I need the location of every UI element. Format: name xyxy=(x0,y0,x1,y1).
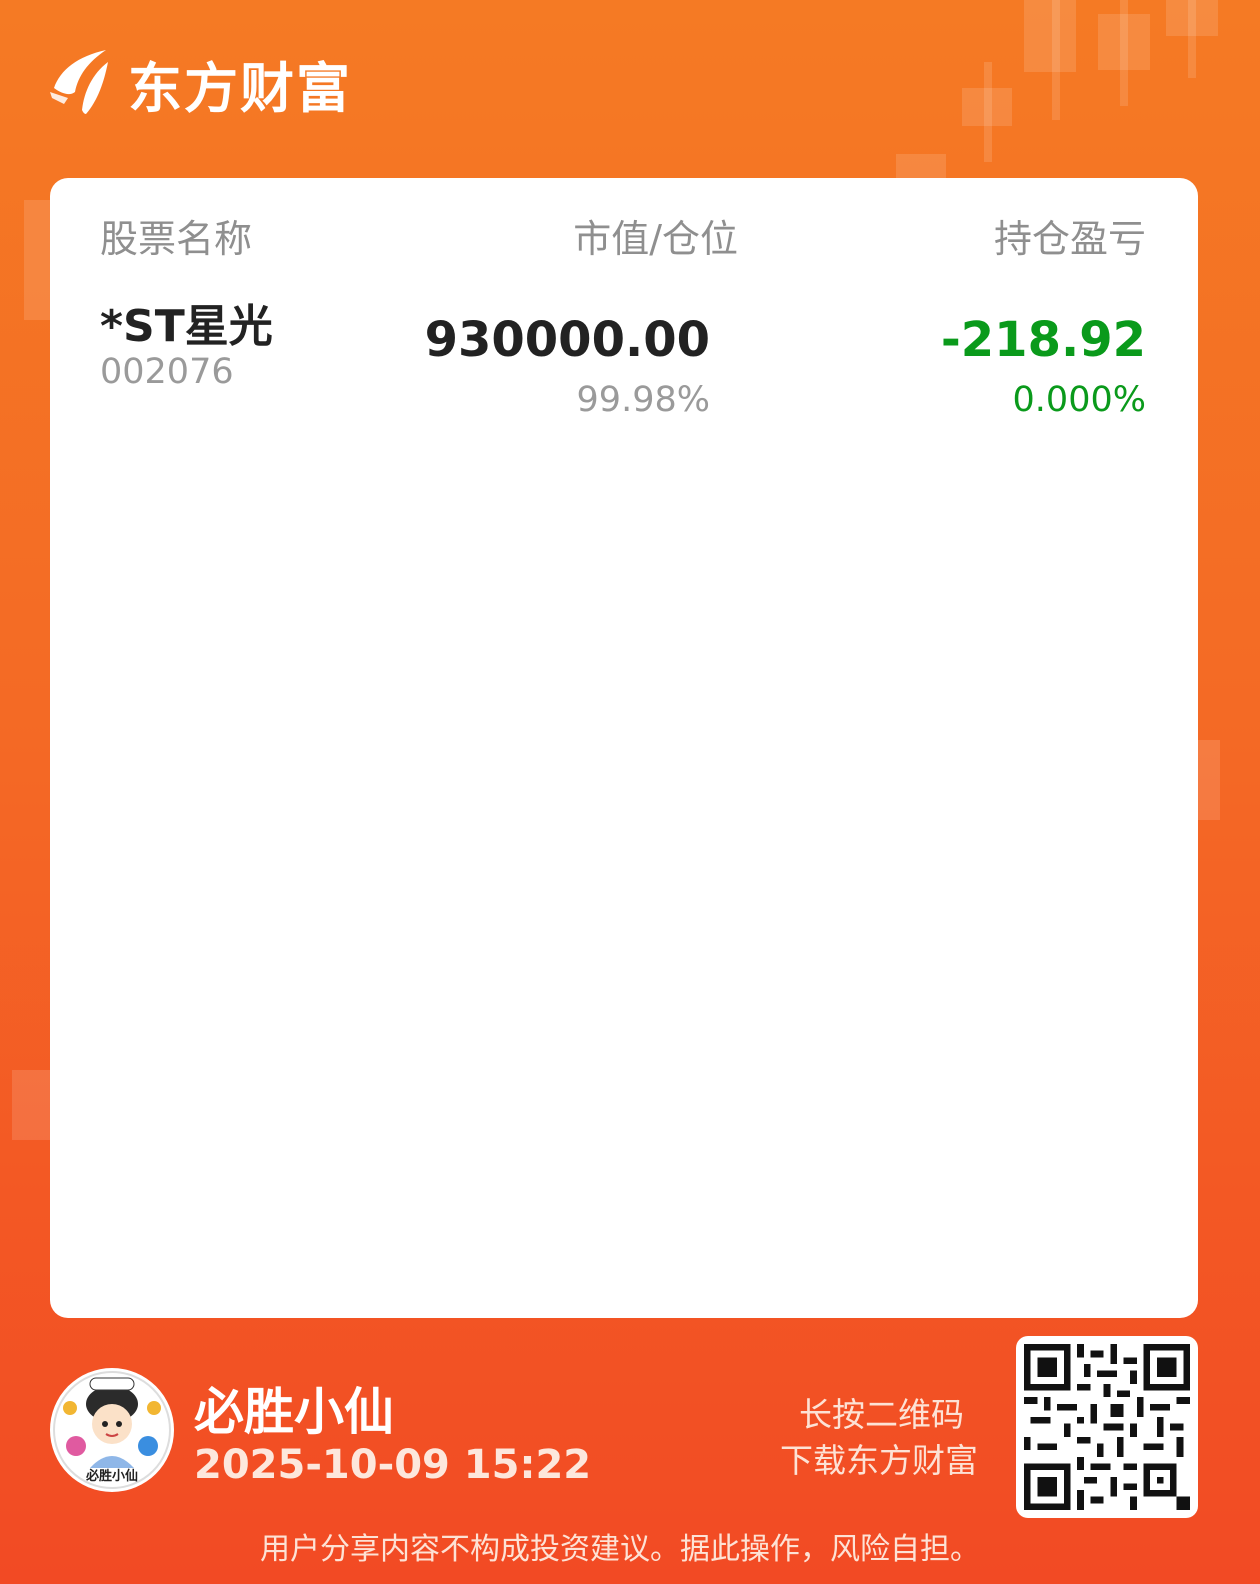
stock-name: *ST星光 xyxy=(100,301,273,352)
disclaimer: 用户分享内容不构成投资建议。据此操作，风险自担。 xyxy=(260,1532,980,1567)
decor-candle xyxy=(1198,740,1220,820)
decor-candle xyxy=(1098,14,1150,70)
market-value: 930000.00 xyxy=(424,312,710,368)
qr-tip-line2: 下载东方财富 xyxy=(780,1441,978,1480)
qr-code[interactable] xyxy=(1016,1336,1198,1518)
brand-name: 东方财富 xyxy=(128,56,352,120)
header-market-value: 市值/仓位 xyxy=(573,217,738,261)
profit-loss-percent: 0.000% xyxy=(1012,380,1146,420)
decor-candle xyxy=(896,154,946,178)
decor-candle xyxy=(24,200,50,320)
avatar: 必胜小仙 xyxy=(50,1368,174,1492)
profit-loss-amount: -218.92 xyxy=(940,312,1146,368)
user-name: 必胜小仙 xyxy=(194,1383,394,1441)
eastmoney-logo-icon xyxy=(50,50,108,114)
decor-candle xyxy=(1166,0,1218,36)
avatar-caption: 必胜小仙 xyxy=(85,1468,138,1484)
avatar-illustration-icon: 必胜小仙 xyxy=(53,1371,171,1489)
decor-candle xyxy=(962,88,1012,126)
qr-code-icon xyxy=(1024,1344,1190,1510)
position-ratio: 99.98% xyxy=(576,380,710,420)
decor-candle xyxy=(12,1070,50,1140)
stock-code: 002076 xyxy=(100,352,234,392)
brand-header: 东方财富 xyxy=(48,48,352,120)
holdings-card: 股票名称 市值/仓位 持仓盈亏 *ST星光 002076 930000.00 9… xyxy=(50,178,1198,1318)
decor-candle xyxy=(1024,0,1076,72)
header-stock-name: 股票名称 xyxy=(100,217,253,261)
share-timestamp: 2025-10-09 15:22 xyxy=(194,1442,592,1488)
qr-tip-line1: 长按二维码 xyxy=(799,1395,964,1434)
header-profit-loss: 持仓盈亏 xyxy=(993,217,1146,261)
